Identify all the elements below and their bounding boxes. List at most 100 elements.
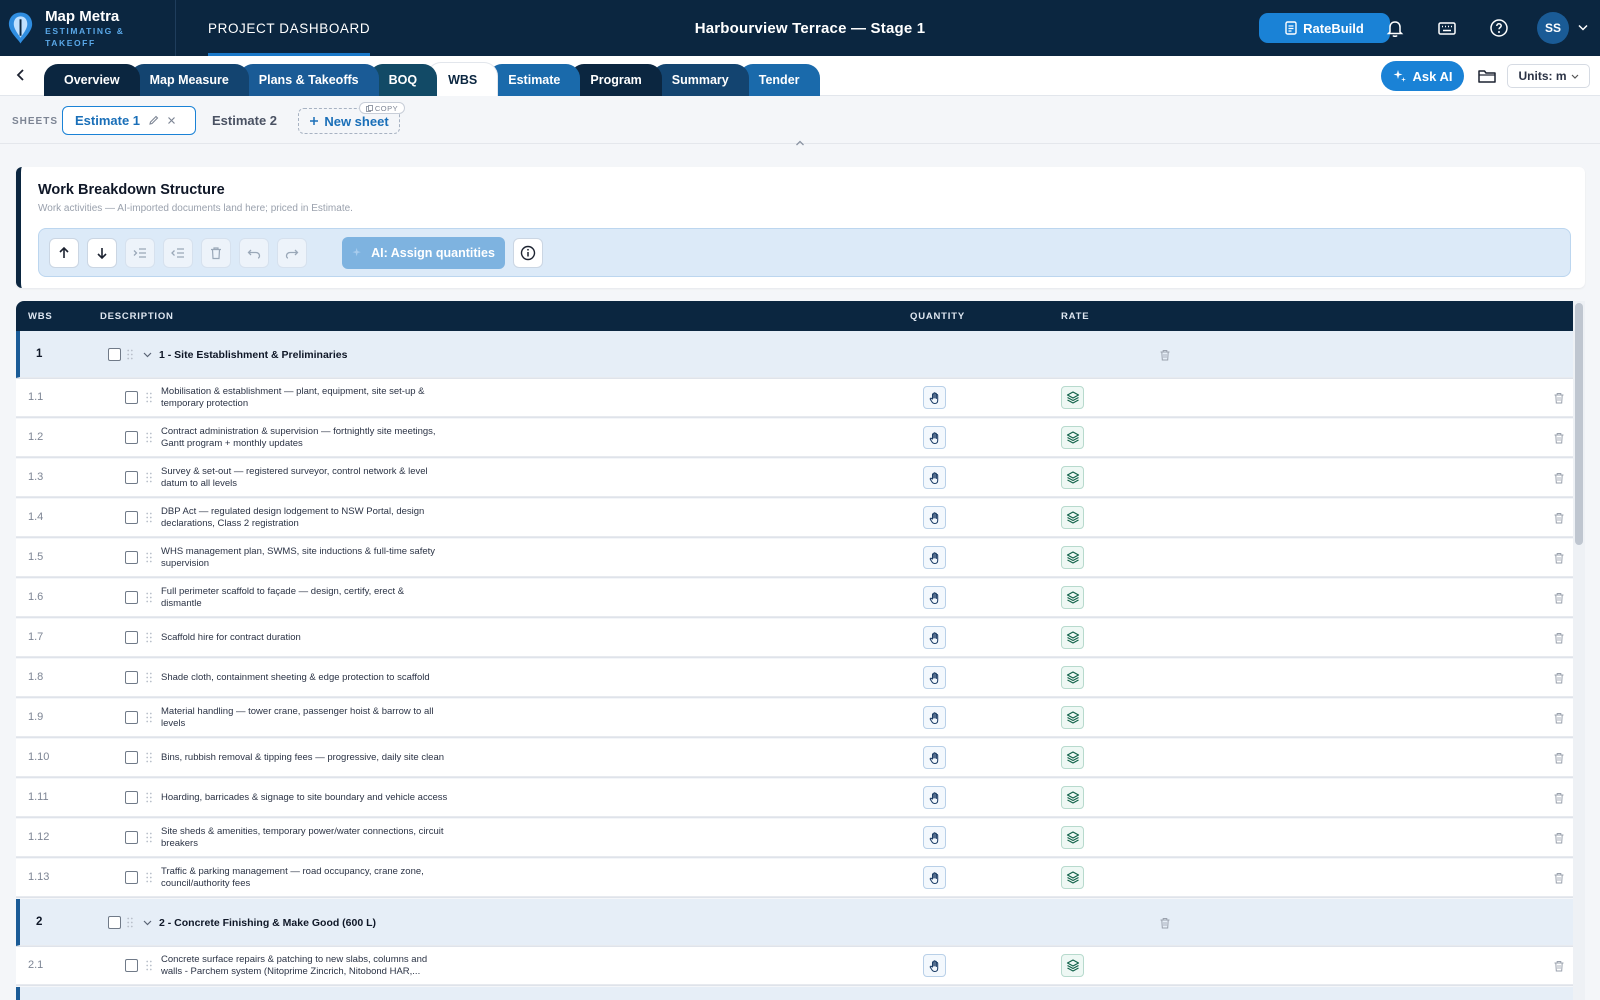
row-checkbox[interactable] (125, 959, 138, 972)
row-description[interactable]: Material handling — tower crane, passeng… (161, 706, 466, 729)
quantity-takeoff-button[interactable] (923, 466, 946, 489)
pencil-icon[interactable] (148, 115, 159, 126)
trash-icon[interactable] (1553, 592, 1565, 604)
row-description[interactable]: Mobilisation & establishment — plant, eq… (161, 386, 466, 409)
sheet-tab-estimate-1[interactable]: Estimate 1 (62, 106, 196, 135)
trash-icon[interactable] (1553, 392, 1565, 404)
drag-handle-icon[interactable] (146, 512, 152, 523)
collapse-caret-icon[interactable] (795, 139, 805, 147)
row-checkbox[interactable] (125, 711, 138, 724)
trash-icon[interactable] (1553, 672, 1565, 684)
keyboard-icon[interactable] (1436, 17, 1458, 39)
info-button[interactable] (513, 238, 543, 268)
table-row[interactable]: 1.2 Contract administration & supervision… (16, 419, 1573, 457)
sheet-tab-estimate-2[interactable]: Estimate 2 (212, 113, 277, 128)
trash-icon[interactable] (1159, 917, 1171, 929)
row-description[interactable]: Full perimeter scaffold to façade — desi… (161, 586, 466, 609)
row-description[interactable]: Site sheds & amenities, temporary power/… (161, 826, 466, 849)
rate-build-button[interactable] (1061, 786, 1084, 809)
row-description[interactable]: Hoarding, barricades & signage to site b… (161, 792, 466, 804)
rate-build-button[interactable] (1061, 626, 1084, 649)
group-row[interactable]: 1 1 - Site Establishment & Preliminaries (16, 331, 1573, 378)
bell-icon[interactable] (1384, 17, 1406, 39)
group-row[interactable]: 2 2 - Concrete Finishing & Make Good (600… (16, 899, 1573, 946)
trash-icon[interactable] (1553, 832, 1565, 844)
row-checkbox[interactable] (125, 471, 138, 484)
move-down-button[interactable] (87, 238, 117, 268)
drag-handle-icon[interactable] (146, 392, 152, 403)
table-row[interactable]: 2.1 Concrete surface repairs & patching t… (16, 947, 1573, 985)
trash-icon[interactable] (1553, 432, 1565, 444)
drag-handle-icon[interactable] (146, 432, 152, 443)
row-checkbox[interactable] (108, 347, 121, 361)
tab-boq[interactable]: BOQ (368, 64, 438, 96)
quantity-takeoff-button[interactable] (923, 826, 946, 849)
rate-build-button[interactable] (1061, 426, 1084, 449)
drag-handle-icon[interactable] (146, 872, 152, 883)
rate-build-button[interactable] (1061, 666, 1084, 689)
move-up-button[interactable] (49, 238, 79, 268)
rate-build-button[interactable] (1061, 866, 1084, 889)
table-row[interactable]: 1.1 Mobilisation & establishment — plant,… (16, 379, 1573, 417)
quantity-takeoff-button[interactable] (923, 746, 946, 769)
folder-icon[interactable] (1477, 66, 1497, 86)
trash-icon[interactable] (1553, 960, 1565, 972)
tab-summary[interactable]: Summary (651, 64, 749, 96)
tab-wbs[interactable]: WBS (427, 62, 499, 96)
row-checkbox[interactable] (125, 431, 138, 444)
drag-handle-icon[interactable] (146, 792, 152, 803)
table-row[interactable]: 1.12 Site sheds & amenities, temporary po… (16, 819, 1573, 857)
table-row[interactable]: 1.6 Full perimeter scaffold to façade — d… (16, 579, 1573, 617)
copy-badge[interactable]: COPY (359, 102, 405, 114)
tab-overview[interactable]: Overview (44, 64, 140, 96)
table-row[interactable]: 1.9 Material handling — tower crane, pass… (16, 699, 1573, 737)
row-checkbox[interactable] (108, 915, 121, 929)
rate-build-button[interactable] (1061, 746, 1084, 769)
trash-icon[interactable] (1553, 752, 1565, 764)
trash-icon[interactable] (1553, 872, 1565, 884)
trash-icon[interactable] (1553, 632, 1565, 644)
outdent-button[interactable] (163, 238, 193, 268)
indent-button[interactable] (125, 238, 155, 268)
rate-build-button[interactable] (1061, 506, 1084, 529)
trash-icon[interactable] (1159, 349, 1171, 361)
table-row[interactable]: 1.13 Traffic & parking management — road … (16, 859, 1573, 897)
drag-handle-icon[interactable] (146, 960, 152, 971)
table-row[interactable]: 1.10 Bins, rubbish removal & tipping fees… (16, 739, 1573, 777)
help-icon[interactable] (1488, 17, 1510, 39)
rate-build-button[interactable] (1061, 954, 1084, 977)
back-arrow-icon[interactable] (12, 66, 30, 84)
ratebuild-button[interactable]: RateBuild (1259, 13, 1390, 43)
trash-icon[interactable] (1553, 472, 1565, 484)
row-checkbox[interactable] (125, 871, 138, 884)
row-description[interactable]: Traffic & parking management — road occu… (161, 866, 466, 889)
drag-handle-icon[interactable] (146, 632, 152, 643)
trash-icon[interactable] (1553, 712, 1565, 724)
drag-handle-icon[interactable] (146, 592, 152, 603)
scrollbar-thumb[interactable] (1575, 303, 1583, 545)
table-row[interactable]: 1.3 Survey & set-out — registered surveyo… (16, 459, 1573, 497)
drag-handle-icon[interactable] (146, 472, 152, 483)
drag-handle-icon[interactable] (146, 832, 152, 843)
drag-handle-icon[interactable] (146, 552, 152, 563)
table-row[interactable]: 1.5 WHS management plan, SWMS, site induc… (16, 539, 1573, 577)
row-checkbox[interactable] (125, 591, 138, 604)
rate-build-button[interactable] (1061, 706, 1084, 729)
quantity-takeoff-button[interactable] (923, 586, 946, 609)
ask-ai-button[interactable]: Ask AI (1381, 61, 1464, 91)
close-icon[interactable] (167, 116, 176, 125)
row-description[interactable]: WHS management plan, SWMS, site inductio… (161, 546, 466, 569)
row-checkbox[interactable] (125, 831, 138, 844)
redo-button[interactable] (277, 238, 307, 268)
tab-estimate[interactable]: Estimate (488, 64, 581, 96)
rate-build-button[interactable] (1061, 466, 1084, 489)
trash-icon[interactable] (1553, 512, 1565, 524)
drag-handle-icon[interactable] (127, 917, 133, 928)
quantity-takeoff-button[interactable] (923, 506, 946, 529)
quantity-takeoff-button[interactable] (923, 954, 946, 977)
table-row[interactable]: 1.11 Hoarding, barricades & signage to si… (16, 779, 1573, 817)
quantity-takeoff-button[interactable] (923, 786, 946, 809)
drag-handle-icon[interactable] (146, 752, 152, 763)
row-checkbox[interactable] (125, 631, 138, 644)
row-checkbox[interactable] (125, 791, 138, 804)
